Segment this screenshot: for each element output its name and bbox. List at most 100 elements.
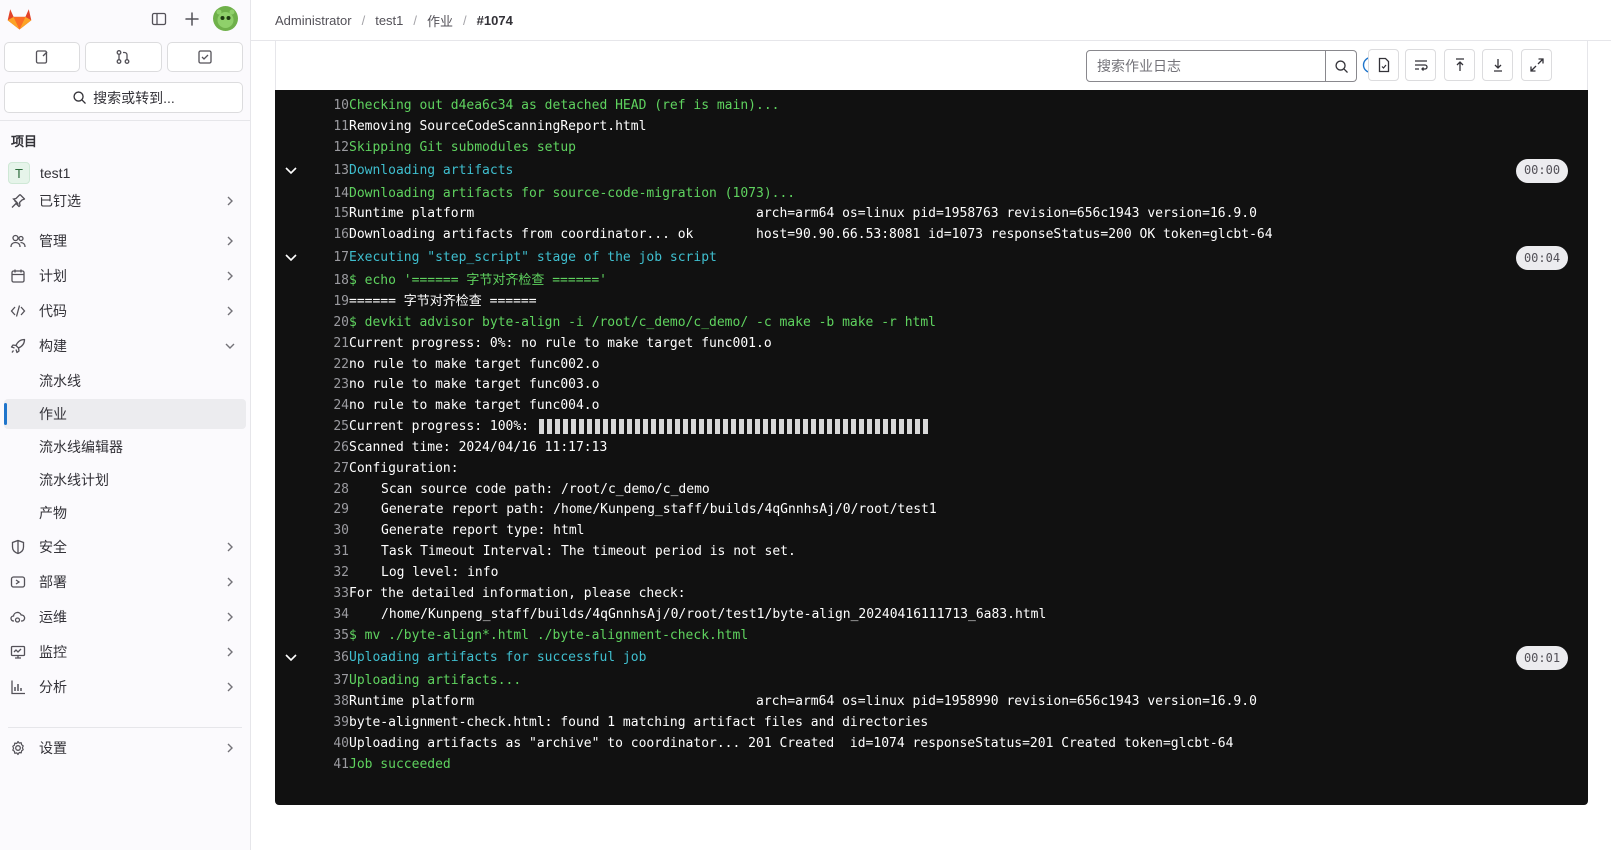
log-line-number[interactable]: 37 [302,670,349,691]
log-line-text: no rule to make target func002.o [349,356,600,372]
log-line-number[interactable]: 32 [302,562,349,583]
log-section-header[interactable]: 17 Executing "step_script" stage of the j… [275,246,1588,271]
sidebar-item-label: 已钉选 [39,193,81,209]
sidebar-divider [8,727,242,728]
log-line-text: Scan source code path: /root/c_demo/c_de… [381,481,710,497]
scroll-to-bottom-button[interactable] [1482,49,1513,81]
log-line-text: Generate report type: html [381,523,585,539]
log-line-number[interactable]: 15 [302,203,349,224]
merge-requests-tab[interactable] [85,42,162,72]
log-line-number[interactable]: 33 [302,583,349,604]
sidebar-subitem-artifacts[interactable]: 产物 [4,498,246,528]
log-line-text: Downloading artifacts for source-code-mi… [349,185,796,201]
scroll-to-top-button[interactable] [1444,49,1475,81]
chevron-right-icon [227,271,233,281]
log-line-text: no rule to make target func004.o [349,398,600,414]
sidebar-item-build[interactable]: 构建 [0,331,251,361]
issues-icon [36,50,48,64]
log-line-text: Job succeeded [349,756,451,772]
log-section-header[interactable]: 13 Downloading artifacts 00:00 [275,158,1588,183]
log-line-number[interactable]: 16 [302,224,349,245]
job-log-search-input[interactable] [1086,50,1326,82]
sidebar-item-code[interactable]: 代码 [0,296,251,326]
sidebar-item-settings[interactable]: 设置 [0,733,251,763]
log-line-number[interactable]: 29 [302,499,349,520]
log-line-number[interactable]: 35 [302,625,349,646]
log-line-text: Uploading artifacts for successful job [349,650,647,666]
breadcrumb-item-project[interactable]: test1 [375,13,403,28]
sidebar-item-pinned[interactable]: 已钉选 [0,186,251,216]
log-line-number[interactable]: 20 [302,312,349,333]
log-line-number[interactable]: 36 [302,647,349,668]
todos-tab[interactable] [166,42,243,72]
log-line-number[interactable]: 41 [302,754,349,775]
todo-check-icon [198,50,212,64]
log-line-number[interactable]: 12 [302,137,349,158]
sidebar-subitem-pipeline-schedules[interactable]: 流水线计划 [4,465,246,495]
sidebar-item-monitor[interactable]: 监控 [0,637,251,667]
log-line-number[interactable]: 19 [302,291,349,312]
log-line-number[interactable]: 21 [302,333,349,354]
breadcrumb-item-group[interactable]: Administrator [275,13,352,28]
wrap-lines-button[interactable] [1405,49,1436,81]
log-line-number[interactable]: 17 [302,247,349,268]
log-line-number[interactable]: 26 [302,437,349,458]
code-icon [10,303,26,319]
log-section-header[interactable]: 36 Uploading artifacts for successful job… [275,646,1588,671]
section-duration-badge: 00:01 [1516,646,1568,671]
chevron-right-icon [227,612,233,622]
sidebar-item-label: 安全 [39,539,67,555]
sidebar-subitem-pipeline-editor[interactable]: 流水线编辑器 [4,432,246,462]
toggle-sidebar-icon[interactable] [148,8,170,30]
log-line-number[interactable]: 28 [302,479,349,500]
sidebar-item-deploy[interactable]: 部署 [0,567,251,597]
sidebar-subitem-label: 产物 [39,505,67,521]
log-line-number[interactable]: 24 [302,395,349,416]
avatar[interactable] [213,6,238,31]
chevron-down-icon[interactable] [284,165,298,177]
show-raw-log-button[interactable] [1368,49,1399,81]
chevron-down-icon[interactable] [284,252,298,264]
sidebar-item-manage[interactable]: 管理 [0,226,251,256]
log-line-number[interactable]: 23 [302,374,349,395]
sidebar-item-operate[interactable]: 运维 [0,602,251,632]
sidebar-item-plan[interactable]: 计划 [0,261,251,291]
plus-icon[interactable] [181,8,203,30]
log-line-number[interactable]: 34 [302,604,349,625]
issues-tab[interactable] [4,42,81,72]
log-line: 10 Checking out d4ea6c34 as detached HEAD… [275,95,1588,116]
job-log-search-button[interactable] [1326,50,1357,82]
sidebar-subitem-pipelines[interactable]: 流水线 [4,366,246,396]
job-log-toolbar [275,41,1588,91]
log-line-number[interactable]: 14 [302,183,349,204]
monitor-icon [10,644,26,660]
project-link[interactable]: T test1 [8,161,70,185]
log-line-number[interactable]: 25 [302,416,349,437]
log-line-number[interactable]: 39 [302,712,349,733]
log-line-number[interactable]: 40 [302,733,349,754]
sidebar-subitem-jobs[interactable]: 作业 [4,399,246,429]
log-line-number[interactable]: 10 [302,95,349,116]
log-line-number[interactable]: 22 [302,354,349,375]
log-line-number[interactable]: 27 [302,458,349,479]
log-line-number[interactable]: 11 [302,116,349,137]
gitlab-logo-icon[interactable] [6,5,33,32]
breadcrumb-item-job-id[interactable]: #1074 [477,13,513,28]
fullscreen-button[interactable] [1521,49,1552,81]
log-line-text: Task Timeout Interval: The timeout perio… [381,544,796,560]
log-line-number[interactable]: 30 [302,520,349,541]
log-line-number[interactable]: 38 [302,691,349,712]
sidebar-item-secure[interactable]: 安全 [0,532,251,562]
log-line-text: Uploading artifacts as "archive" to coor… [349,735,1234,751]
search-or-goto-button[interactable]: 搜索或转到... [4,82,243,113]
log-line-number[interactable]: 31 [302,541,349,562]
progress-bar [538,419,929,435]
log-line-number[interactable]: 18 [302,270,349,291]
log-line-number[interactable]: 13 [302,160,349,181]
sidebar-header [0,0,251,38]
log-line: 30 Generate report type: html [275,520,1588,541]
log-line: 16 Downloading artifacts from coordinator… [275,224,1588,245]
chevron-down-icon[interactable] [284,652,298,664]
breadcrumb-item-jobs[interactable]: 作业 [427,11,453,30]
sidebar-item-analyze[interactable]: 分析 [0,672,251,702]
